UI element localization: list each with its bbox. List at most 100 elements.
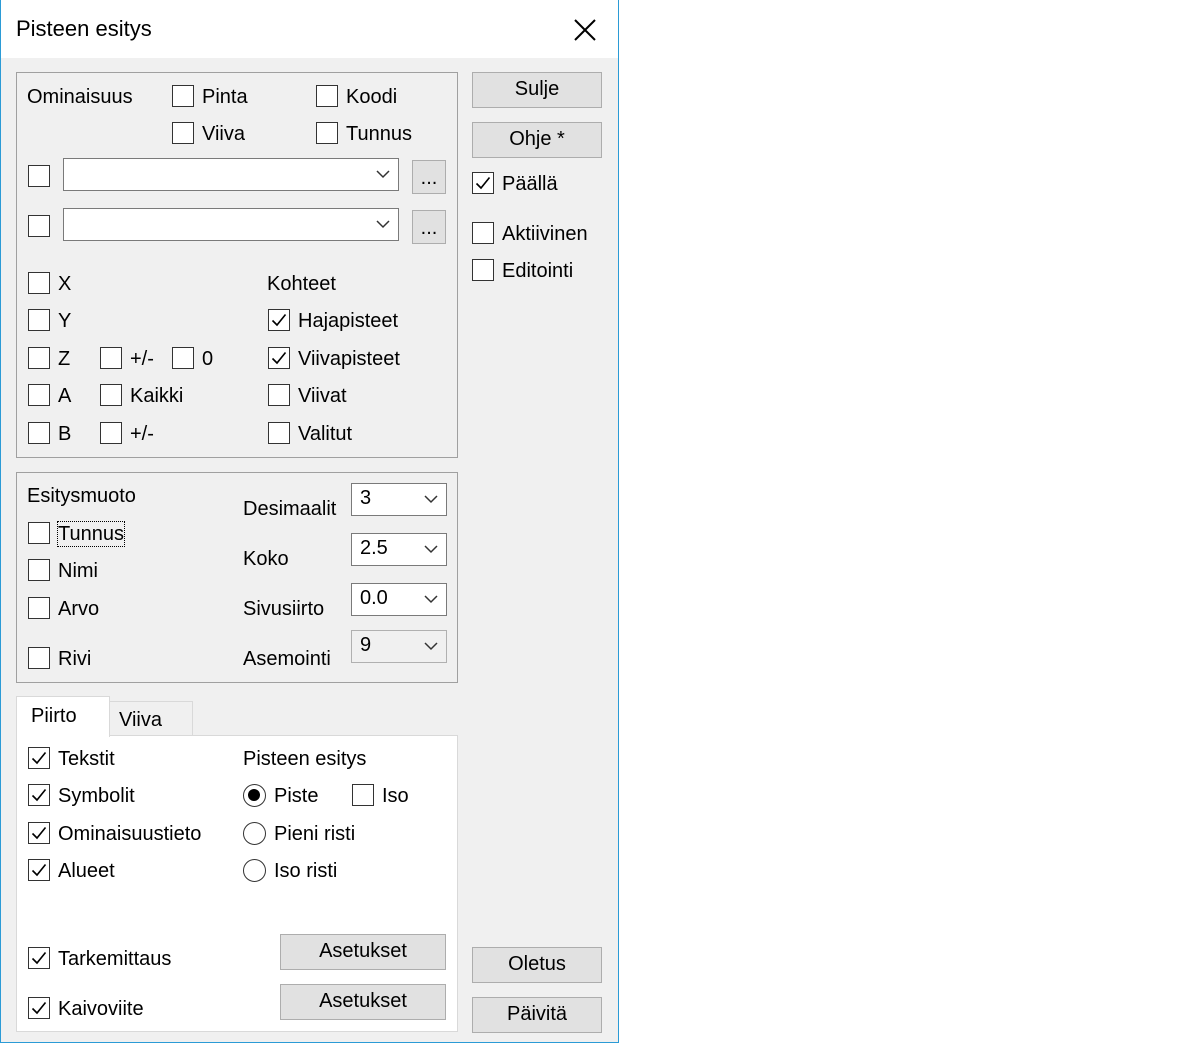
editointi-checkbox[interactable] — [472, 259, 494, 281]
checkmark-icon — [31, 826, 47, 840]
pisteen-esitys-label: Pisteen esitys — [243, 748, 367, 770]
paalla-label: Päällä — [502, 173, 558, 195]
koko-combo[interactable]: 2.5 — [351, 533, 447, 566]
oletus-button[interactable]: Oletus — [472, 947, 602, 983]
kohteet-label: Kohteet — [267, 273, 336, 295]
a-checkbox[interactable] — [28, 384, 50, 406]
asetukset-kaivoviite-button[interactable]: Asetukset — [280, 984, 446, 1020]
window-title: Pisteen esitys — [16, 16, 152, 41]
alueet-label: Alueet — [58, 860, 115, 882]
koko-label: Koko — [243, 548, 289, 570]
filter2-browse-button[interactable]: ... — [412, 210, 446, 244]
b-plusminus-label: +/- — [130, 423, 154, 445]
tunnus-label: Tunnus — [346, 123, 412, 145]
b-label: B — [58, 423, 72, 445]
tab-viiva[interactable]: Viiva — [109, 701, 193, 736]
kaivoviite-checkbox[interactable] — [28, 997, 50, 1019]
z-zero-label: 0 — [202, 348, 214, 370]
tab-piirto[interactable]: Piirto — [16, 696, 110, 737]
iso-label: Iso — [382, 785, 409, 807]
tarkemittaus-checkbox[interactable] — [28, 947, 50, 969]
piste-label: Piste — [274, 785, 319, 807]
x-checkbox[interactable] — [28, 272, 50, 294]
paalla-checkbox[interactable] — [472, 172, 494, 194]
z-plusminus-label: +/- — [130, 348, 154, 370]
asemointi-combo[interactable]: 9 — [351, 630, 447, 663]
x-label: X — [58, 273, 72, 295]
desimaalit-label: Desimaalit — [243, 498, 337, 520]
esitys-rivi-checkbox[interactable] — [28, 647, 50, 669]
symbolit-checkbox[interactable] — [28, 784, 50, 806]
z-plusminus-checkbox[interactable] — [100, 347, 122, 369]
viiva-checkbox[interactable] — [172, 122, 194, 144]
editointi-label: Editointi — [502, 260, 574, 282]
checkmark-icon — [31, 788, 47, 802]
valitut-checkbox[interactable] — [268, 422, 290, 444]
esitys-tunnus-checkbox[interactable] — [28, 522, 50, 544]
viivapisteet-checkbox[interactable] — [268, 347, 290, 369]
tunnus-checkbox[interactable] — [316, 122, 338, 144]
viivat-checkbox[interactable] — [268, 384, 290, 406]
viiva-label: Viiva — [202, 123, 245, 145]
esitys-rivi-label: Rivi — [58, 648, 92, 670]
checkmark-icon — [475, 176, 491, 190]
koodi-label: Koodi — [346, 86, 398, 108]
z-zero-checkbox[interactable] — [172, 347, 194, 369]
b-checkbox[interactable] — [28, 422, 50, 444]
sulje-button[interactable]: Sulje — [472, 72, 602, 108]
ominaisuustieto-checkbox[interactable] — [28, 822, 50, 844]
checkmark-icon — [31, 863, 47, 877]
iso-risti-radio[interactable] — [243, 859, 266, 882]
piste-radio[interactable] — [243, 784, 266, 807]
hajapisteet-label: Hajapisteet — [298, 310, 399, 332]
iso-risti-label: Iso risti — [274, 860, 338, 882]
filter2-combo[interactable] — [63, 208, 399, 241]
tarkemittaus-label: Tarkemittaus — [58, 948, 172, 970]
y-checkbox[interactable] — [28, 309, 50, 331]
ohje-button[interactable]: Ohje * — [472, 122, 602, 158]
desimaalit-combo[interactable]: 3 — [351, 483, 447, 516]
filter1-combo[interactable] — [63, 158, 399, 191]
koodi-checkbox[interactable] — [316, 85, 338, 107]
b-plusminus-checkbox[interactable] — [100, 422, 122, 444]
z-checkbox[interactable] — [28, 347, 50, 369]
aktiivinen-checkbox[interactable] — [472, 222, 494, 244]
filter1-checkbox[interactable] — [28, 165, 50, 187]
esitys-tunnus-label: Tunnus — [57, 521, 125, 547]
close-button[interactable] — [557, 8, 613, 52]
filter2-checkbox[interactable] — [28, 215, 50, 237]
hajapisteet-checkbox[interactable] — [268, 309, 290, 331]
viivat-label: Viivat — [298, 385, 347, 407]
sivusiirto-combo[interactable]: 0.0 — [351, 583, 447, 616]
esitys-nimi-checkbox[interactable] — [28, 559, 50, 581]
filter1-browse-button[interactable]: ... — [412, 160, 446, 194]
paivita-button[interactable]: Päivitä — [472, 997, 602, 1033]
pieni-risti-radio[interactable] — [243, 822, 266, 845]
esitys-arvo-label: Arvo — [58, 598, 100, 620]
koko-value: 2.5 — [360, 537, 388, 559]
tekstit-checkbox[interactable] — [28, 747, 50, 769]
a-kaikki-label: Kaikki — [130, 385, 184, 407]
tekstit-label: Tekstit — [58, 748, 115, 770]
alueet-checkbox[interactable] — [28, 859, 50, 881]
checkmark-icon — [271, 313, 287, 327]
dialog-window: Pisteen esitys Ominaisuus Pinta Koodi Vi… — [0, 0, 619, 1043]
esitys-nimi-label: Nimi — [58, 560, 98, 582]
y-label: Y — [58, 310, 72, 332]
chevron-down-icon — [376, 220, 390, 229]
tab-piirto-label: Piirto — [31, 705, 77, 727]
asetukset-tarkemittaus-button[interactable]: Asetukset — [280, 934, 446, 970]
symbolit-label: Symbolit — [58, 785, 135, 807]
checkmark-icon — [31, 1001, 47, 1015]
ominaisuustieto-label: Ominaisuustieto — [58, 823, 202, 845]
desimaalit-value: 3 — [360, 487, 372, 509]
a-kaikki-checkbox[interactable] — [100, 384, 122, 406]
checkmark-icon — [31, 951, 47, 965]
esitys-arvo-checkbox[interactable] — [28, 597, 50, 619]
iso-checkbox[interactable] — [352, 784, 374, 806]
pieni-risti-label: Pieni risti — [274, 823, 356, 845]
viivapisteet-label: Viivapisteet — [298, 348, 400, 370]
chevron-down-icon — [424, 495, 438, 504]
pinta-checkbox[interactable] — [172, 85, 194, 107]
sivusiirto-label: Sivusiirto — [243, 598, 325, 620]
